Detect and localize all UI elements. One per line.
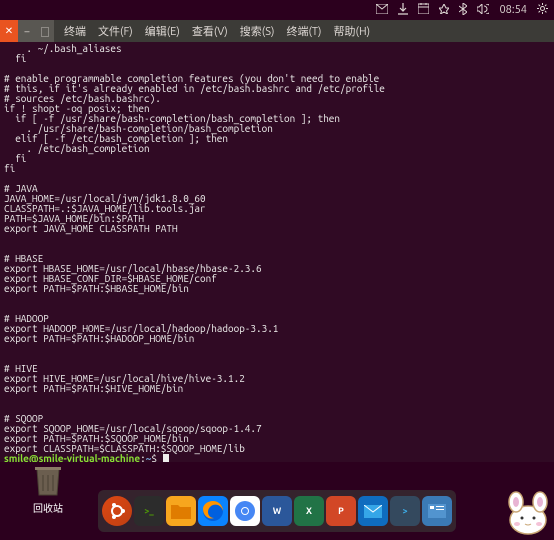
menu-help[interactable]: 帮助(H) (334, 23, 371, 39)
menu-edit[interactable]: 编辑(E) (145, 23, 180, 39)
download-icon[interactable] (398, 3, 408, 18)
window-menubar: ✕ – □ 终端 文件(F) 编辑(E) 查看(V) 搜索(S) 终端(T) 帮… (0, 20, 554, 42)
dock-ubuntu[interactable] (102, 496, 132, 526)
dock-powerpoint[interactable]: P (326, 496, 356, 526)
menu-search[interactable]: 搜索(S) (240, 23, 275, 39)
clock-text[interactable]: 08:54 (499, 4, 527, 16)
mascot-icon (502, 484, 554, 536)
bluetooth-icon[interactable] (459, 3, 467, 18)
minimize-button[interactable]: – (18, 20, 36, 42)
dock-settings[interactable] (422, 496, 452, 526)
close-button[interactable]: ✕ (0, 20, 18, 42)
menu-terminal[interactable]: 终端(T) (286, 23, 321, 39)
dock: >_ W X P > (98, 490, 456, 532)
menu-file[interactable]: 文件(F) (98, 23, 133, 39)
dock-terminal2[interactable]: > (390, 496, 420, 526)
maximize-button[interactable]: □ (36, 20, 54, 42)
dock-files[interactable] (166, 496, 196, 526)
dock-excel[interactable]: X (294, 496, 324, 526)
terminal-output[interactable]: . ~/.bash_aliases fi # enable programmab… (0, 42, 554, 462)
trash-label: 回收站 (30, 500, 66, 515)
top-panel: 08:54 (0, 0, 554, 20)
volume-icon[interactable] (477, 4, 489, 17)
dock-firefox[interactable] (198, 496, 228, 526)
trash-icon (30, 462, 66, 498)
menu-title: 终端 (64, 23, 86, 39)
menu-view[interactable]: 查看(V) (192, 23, 228, 39)
dock-chromium[interactable] (230, 496, 260, 526)
calendar-icon[interactable] (418, 3, 429, 17)
desktop-trash[interactable]: 回收站 (30, 462, 66, 515)
gear-icon[interactable] (537, 3, 548, 17)
mail-icon[interactable] (376, 4, 388, 17)
dock-terminal[interactable]: >_ (134, 496, 164, 526)
indicator-icon[interactable] (439, 4, 449, 17)
dock-word[interactable]: W (262, 496, 292, 526)
dock-mail[interactable] (358, 496, 388, 526)
